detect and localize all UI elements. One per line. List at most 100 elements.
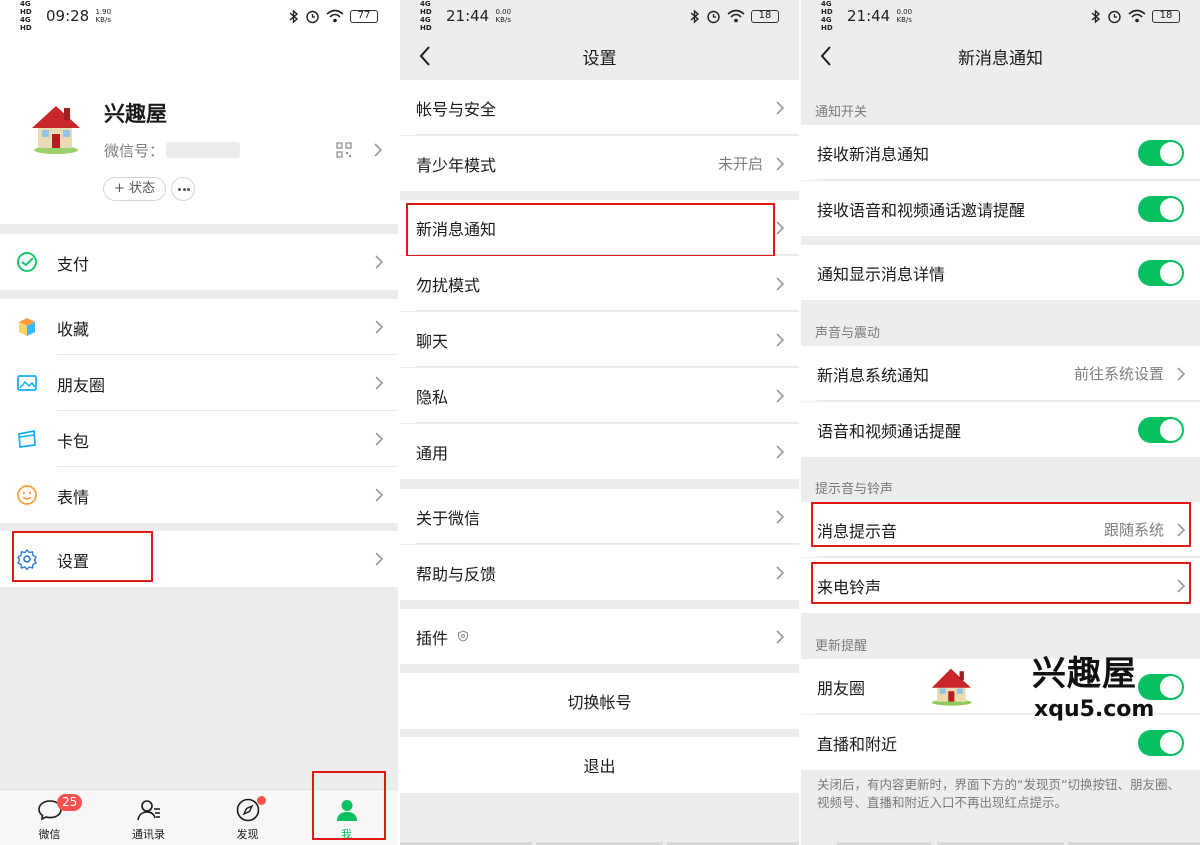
status-bar: 4G HD 4G HD 21:44 0.00 KB/s 18 [801, 0, 1200, 32]
highlight-box-me-tab [312, 771, 386, 840]
alarm-icon [1108, 10, 1121, 23]
row-label: 接收语音和视频通话邀请提醒 [817, 200, 1026, 220]
wifi-icon [326, 9, 344, 23]
add-status-button[interactable]: + 状态 [103, 177, 167, 201]
menu-item-label: 收藏 [57, 320, 90, 339]
settings-item-account-security[interactable]: 帐号与安全 [400, 80, 799, 135]
toggle-switch-on[interactable] [1138, 140, 1184, 166]
row-label: 新消息系统通知 [817, 365, 930, 385]
settings-item-privacy[interactable]: 隐私 [400, 368, 799, 423]
card-wallet-icon [18, 429, 36, 448]
moments-image-icon [17, 375, 37, 391]
row-label: 关于微信 [416, 508, 481, 528]
speed-unit: KB/s [896, 16, 912, 24]
row-label: 青少年模式 [416, 155, 497, 175]
tab-discover[interactable]: 发现 [198, 790, 297, 845]
row-value: 未开启 [717, 155, 763, 173]
highlight-box-ringtone [811, 562, 1191, 604]
menu-item-label: 支付 [57, 255, 90, 274]
menu-item-payment[interactable]: 支付 [0, 234, 398, 290]
row-label: 朋友圈 [817, 678, 866, 698]
row-label: 通知显示消息详情 [817, 264, 946, 284]
tab-label: 通讯录 [132, 828, 165, 841]
menu-item-cards[interactable]: 卡包 [0, 411, 398, 467]
chevron-right-icon [776, 566, 785, 580]
toggle-switch-on[interactable] [1138, 196, 1184, 222]
settings-item-chat[interactable]: 聊天 [400, 312, 799, 367]
battery-indicator: 18 [1152, 9, 1180, 23]
profile-name: 兴趣屋 [104, 102, 167, 126]
chevron-right-icon [776, 101, 785, 115]
wifi-icon [727, 9, 745, 23]
watermark-title: 兴趣屋 [1032, 654, 1137, 694]
plugin-shield-icon [458, 630, 468, 642]
tab-contacts[interactable]: 通讯录 [99, 790, 198, 845]
signal-indicator: 4G HD 4G HD [821, 0, 833, 32]
settings-item-do-not-disturb[interactable]: 勿扰模式 [400, 256, 799, 311]
speed-unit: KB/s [95, 16, 111, 24]
chevron-right-icon [375, 320, 384, 334]
row-label: 隐私 [416, 387, 449, 407]
logout-button[interactable]: 退出 [400, 737, 799, 793]
menu-item-moments[interactable]: 朋友圈 [0, 355, 398, 411]
toggle-switch-on[interactable] [1138, 730, 1184, 756]
chevron-right-icon [375, 255, 384, 269]
nav-bar: 设置 [400, 32, 799, 80]
status-time: 21:44 [847, 7, 891, 25]
back-arrow-icon[interactable] [414, 44, 438, 68]
row-receive-notifications: 接收新消息通知 [801, 125, 1200, 180]
network-speed: 0.00 KB/s [493, 8, 513, 24]
settings-item-about[interactable]: 关于微信 [400, 489, 799, 544]
payment-icon [17, 252, 37, 272]
status-bar: 4G HD 4G HD 21:44 0.00 KB/s 18 [400, 0, 799, 32]
chevron-right-icon [1177, 367, 1186, 381]
toggle-switch-on[interactable] [1138, 260, 1184, 286]
settings-item-help-feedback[interactable]: 帮助与反馈 [400, 545, 799, 600]
tab-chats[interactable]: 25 微信 [0, 790, 99, 845]
row-label: 聊天 [416, 331, 449, 351]
wifi-icon [1128, 9, 1146, 23]
nav-bar: 新消息通知 [801, 32, 1200, 80]
more-button[interactable] [171, 177, 195, 201]
chevron-right-icon [776, 630, 785, 644]
wechat-id-label: 微信号： [104, 142, 165, 160]
chevron-right-icon [776, 389, 785, 403]
settings-item-plugins[interactable]: 插件 [400, 609, 799, 664]
watermark-url: xqu5.com [1034, 697, 1155, 722]
row-system-notification[interactable]: 新消息系统通知 前往系统设置 [801, 346, 1200, 401]
profile-card[interactable]: 兴趣屋 微信号： + 状态 [0, 32, 398, 224]
row-show-message-detail: 通知显示消息详情 [801, 245, 1200, 300]
settings-item-general[interactable]: 通用 [400, 424, 799, 479]
back-arrow-icon[interactable] [815, 44, 839, 68]
settings-item-teen-mode[interactable]: 青少年模式 未开启 [400, 136, 799, 191]
menu-item-stickers[interactable]: 表情 [0, 467, 398, 523]
tab-label: 发现 [236, 828, 259, 841]
toggle-switch-on[interactable] [1138, 417, 1184, 443]
chevron-right-icon [375, 376, 384, 390]
house-avatar [32, 106, 80, 154]
divider [416, 134, 799, 135]
chevron-right-icon [374, 143, 383, 157]
page-title: 新消息通知 [958, 48, 1043, 69]
battery-indicator: 18 [751, 9, 779, 23]
row-receive-call-reminders: 接收语音和视频通话邀请提醒 [801, 181, 1200, 236]
section-header-tone: 提示音与铃声 [815, 482, 894, 497]
divider [416, 543, 799, 544]
qr-code-icon[interactable] [336, 142, 352, 158]
switch-account-button[interactable]: 切换帐号 [400, 673, 799, 729]
menu-item-label: 朋友圈 [57, 376, 106, 395]
network-speed: 1.90 KB/s [93, 8, 113, 24]
chevron-right-icon [375, 488, 384, 502]
status-time: 09:28 [46, 7, 90, 25]
row-label: 勿扰模式 [416, 275, 481, 295]
bluetooth-icon [690, 8, 700, 24]
settings-screen: 4G HD 4G HD 21:44 0.00 KB/s 18 设置 帐号与安全 青… [400, 0, 799, 845]
menu-item-favorites[interactable]: 收藏 [0, 299, 398, 355]
me-screen: 4G HD 4G HD 09:28 1.90 KB/s 77 兴趣屋 微信号： +… [0, 0, 398, 845]
update-reminder-footnote: 关闭后，有内容更新时，界面下方的“发现页”切换按钮、朋友圈、视频号、直播和附近入… [817, 777, 1180, 810]
row-label: 接收新消息通知 [817, 144, 930, 164]
row-label: 帮助与反馈 [416, 564, 497, 584]
highlight-box-settings [12, 531, 153, 582]
bluetooth-icon [1091, 8, 1101, 24]
emoji-smile-icon [17, 485, 37, 505]
